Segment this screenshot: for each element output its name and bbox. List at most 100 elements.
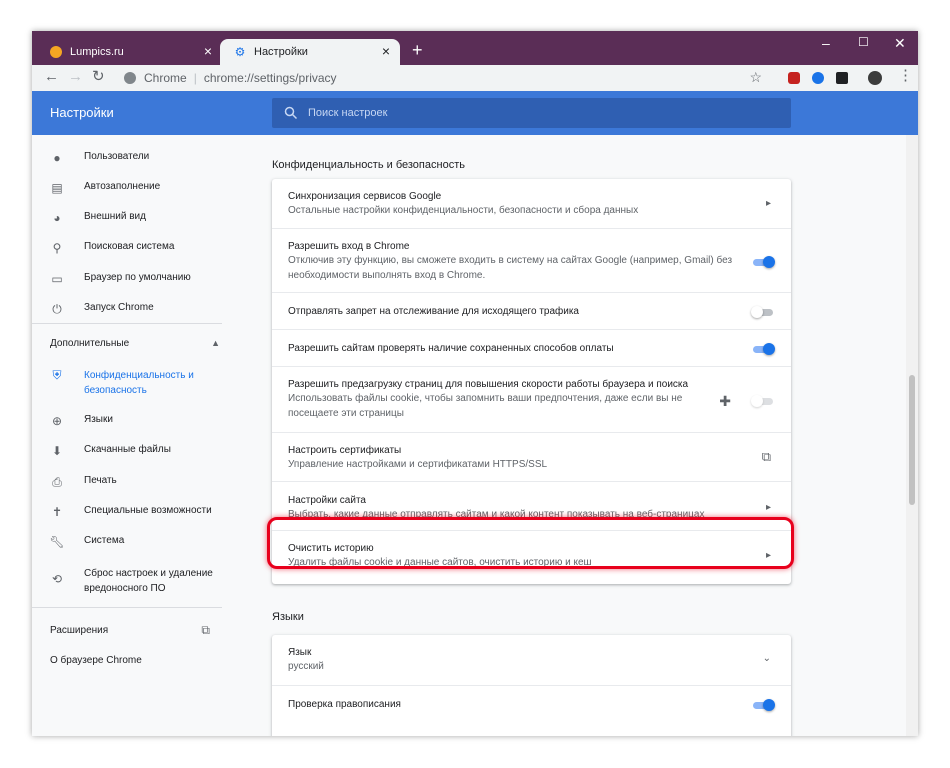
tab-label: Lumpics.ru xyxy=(70,46,124,58)
maximize-button[interactable]: ☐ xyxy=(858,35,869,49)
scrollbar-thumb[interactable] xyxy=(909,375,915,505)
avatar[interactable] xyxy=(868,71,882,85)
do-not-track-toggle[interactable] xyxy=(751,306,775,318)
site-settings-highlight-annotation xyxy=(267,517,794,569)
browser-icon: ▭ xyxy=(51,272,63,286)
search-icon xyxy=(284,106,298,120)
sidebar-item-label: Система xyxy=(84,535,125,546)
row-certificates[interactable]: Настроить сертификаты Управление настрой… xyxy=(272,432,791,481)
sidebar-item-label: Запуск Chrome xyxy=(84,302,154,313)
row-payment-methods: Разрешить сайтам проверять наличие сохра… xyxy=(272,329,791,366)
new-tab-button[interactable]: + xyxy=(412,41,423,59)
menu-kebab-icon[interactable]: ⋮ xyxy=(898,68,913,84)
sidebar-item-autofill[interactable]: ▤ Автозаполнение xyxy=(50,181,220,195)
preload-pages-toggle[interactable] xyxy=(751,395,775,407)
row-google-sync[interactable]: Синхронизация сервисов Google Остальные … xyxy=(272,179,791,228)
row-preload-pages: Разрешить предзагрузку страниц для повыш… xyxy=(272,366,791,432)
row-allow-signin: Разрешить вход в Chrome Отключив эту фун… xyxy=(272,228,791,292)
search-input[interactable]: Поиск настроек xyxy=(272,98,791,128)
row-title: Разрешить сайтам проверять наличие сохра… xyxy=(288,343,614,354)
arrow-right-icon: ▸ xyxy=(765,198,771,209)
sidebar-item-languages[interactable]: ⊕ Языки xyxy=(50,414,220,428)
sidebar-item-users[interactable]: ● Пользователи xyxy=(50,151,220,165)
arrow-right-icon: ▸ xyxy=(765,502,771,513)
row-title: Разрешить вход в Chrome xyxy=(288,241,410,252)
spellcheck-toggle[interactable] xyxy=(751,699,775,711)
tab-lumpics[interactable]: Lumpics.ru × xyxy=(36,39,222,65)
sidebar-item-default-browser[interactable]: ▭ Браузер по умолчанию xyxy=(50,272,220,286)
forward-button[interactable]: → xyxy=(68,69,83,85)
wrench-icon: 🔧︎ xyxy=(49,535,65,549)
sidebar-about-label: О браузере Chrome xyxy=(50,655,142,666)
external-link-icon: ⧉ xyxy=(201,623,210,637)
row-desc: Использовать файлы cookie, чтобы запомни… xyxy=(288,393,683,419)
settings-sidebar: ● Пользователи ▤ Автозаполнение ◕ Внешни… xyxy=(32,135,222,736)
sidebar-item-label: Пользователи xyxy=(84,151,150,162)
reload-button[interactable]: ↻ xyxy=(92,69,105,85)
row-title: Проверка правописания xyxy=(288,699,401,710)
row-title: Настроить сертификаты xyxy=(288,445,402,456)
clipboard-icon: ▤ xyxy=(51,181,63,195)
vpn-extension-icon[interactable] xyxy=(812,72,824,84)
languages-section-title: Языки xyxy=(272,611,304,623)
sidebar-advanced-label: Дополнительные xyxy=(50,338,130,349)
row-title: Настройки сайта xyxy=(288,495,366,506)
gear-icon: ⚙ xyxy=(234,45,246,59)
row-spellcheck: Проверка правописания xyxy=(272,685,791,725)
sidebar-item-reset[interactable]: ⟲ Сброс настроек и удаление вредоносного… xyxy=(50,566,220,596)
sidebar-item-label: Внешний вид xyxy=(84,211,146,222)
sidebar-item-label: Конфиденциальность и безопасность xyxy=(84,370,194,396)
bookmark-star-icon[interactable]: ☆ xyxy=(749,69,762,86)
payment-methods-toggle[interactable] xyxy=(751,343,775,355)
sidebar-item-downloads[interactable]: ⬇ Скачанные файлы xyxy=(50,444,220,458)
sidebar-item-printing[interactable]: ⎙ Печать xyxy=(50,475,220,489)
tab-settings[interactable]: ⚙ Настройки × xyxy=(220,39,400,65)
privacy-section-title: Конфиденциальность и безопасность xyxy=(272,159,465,171)
sidebar-item-label: Языки xyxy=(84,414,113,425)
close-tab-icon[interactable]: × xyxy=(382,44,390,58)
allow-signin-toggle[interactable] xyxy=(751,256,775,268)
close-tab-icon[interactable]: × xyxy=(204,44,212,58)
sidebar-item-label: Специальные возможности xyxy=(84,505,212,516)
extension-puzzle-icon: ✚ xyxy=(719,393,731,409)
sidebar-item-extensions[interactable]: Расширения ⧉ xyxy=(50,623,210,637)
row-desc: Отключив эту функцию, вы сможете входить… xyxy=(288,255,733,281)
row-desc: Остальные настройки конфиденциальности, … xyxy=(288,205,639,216)
external-link-icon: ⧉ xyxy=(761,449,771,464)
sidebar-extensions-label: Расширения xyxy=(50,625,109,636)
url-text: chrome://settings/privacy xyxy=(203,71,337,85)
sidebar-item-label: Скачанные файлы xyxy=(84,444,171,455)
sidebar-item-appearance[interactable]: ◕ Внешний вид xyxy=(50,211,220,225)
minimize-button[interactable]: – xyxy=(822,35,830,51)
sidebar-item-privacy[interactable]: ⛨ Конфиденциальность и безопасность xyxy=(50,368,220,398)
printer-icon: ⎙ xyxy=(52,474,62,489)
chevron-down-icon: ⌄ xyxy=(762,653,771,664)
cube-extension-icon[interactable] xyxy=(836,72,848,84)
sidebar-item-about[interactable]: О браузере Chrome xyxy=(50,655,142,666)
row-title: Язык xyxy=(288,647,312,658)
sidebar-item-search-engine[interactable]: ⚲ Поисковая система xyxy=(50,241,220,255)
sidebar-item-system[interactable]: 🔧︎ Система xyxy=(49,535,220,549)
back-button[interactable]: ← xyxy=(44,69,59,85)
palette-icon: ◕ xyxy=(53,211,61,225)
page-scrollbar[interactable] xyxy=(906,135,918,736)
site-label: Chrome xyxy=(144,71,187,85)
row-title: Разрешить предзагрузку страниц для повыш… xyxy=(288,379,689,390)
search-placeholder: Поиск настроек xyxy=(308,107,388,119)
lumpics-favicon-icon xyxy=(50,46,62,58)
sidebar-item-startup[interactable]: ⏻ Запуск Chrome xyxy=(50,302,220,316)
shield-icon: ⛨ xyxy=(52,367,62,382)
row-desc: Управление настройками и сертификатами H… xyxy=(288,459,548,470)
ublock-extension-icon[interactable] xyxy=(788,72,800,84)
chevron-up-icon: ▲ xyxy=(211,338,220,348)
address-bar[interactable]: Chrome | chrome://settings/privacy ☆ xyxy=(116,66,774,90)
languages-card: Язык русский ⌄ Проверка правописания xyxy=(272,635,791,736)
sidebar-advanced-toggle[interactable]: Дополнительные ▲ xyxy=(50,338,220,349)
close-window-button[interactable]: ✕ xyxy=(894,35,906,52)
sidebar-item-accessibility[interactable]: ✝ Специальные возможности xyxy=(50,505,220,519)
restore-icon: ⟲ xyxy=(51,572,63,586)
row-language[interactable]: Язык русский ⌄ xyxy=(272,635,791,685)
accessibility-icon: ✝ xyxy=(51,505,63,519)
tab-label: Настройки xyxy=(254,46,308,58)
sidebar-item-label: Поисковая система xyxy=(84,241,175,252)
